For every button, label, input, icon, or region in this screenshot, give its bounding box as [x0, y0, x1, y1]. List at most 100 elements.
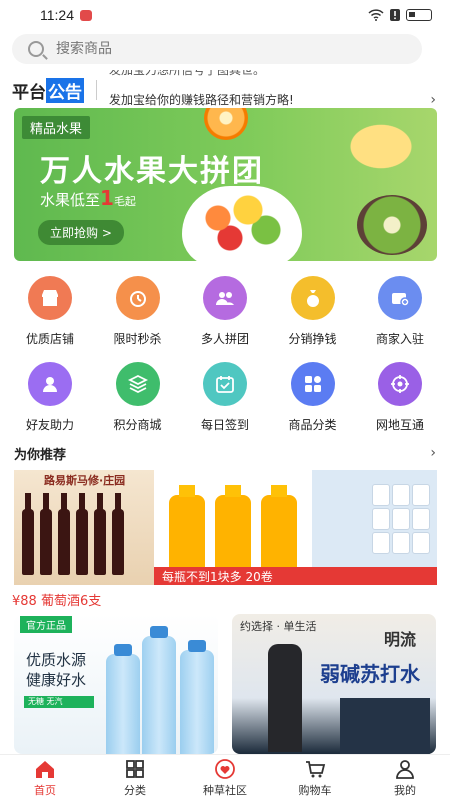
tab-label: 我的	[394, 783, 416, 797]
recommend-header[interactable]: 为你推荐 ›	[0, 440, 450, 466]
tissue-roll	[372, 484, 390, 506]
tab-home[interactable]: 首页	[0, 755, 90, 800]
home-icon	[36, 760, 54, 778]
tissue-roll	[392, 484, 410, 506]
status-bar: 11:24	[0, 0, 450, 30]
grid-label: 优质店铺	[25, 332, 74, 346]
tab-label: 首页	[34, 783, 56, 797]
network-icon	[378, 362, 422, 406]
juice-bottle-image	[261, 485, 297, 575]
promo-strip-text: 每瓶不到1块多 20卷	[154, 567, 437, 585]
tab-category[interactable]: 分类	[90, 755, 180, 800]
bottom-tab-bar: 首页 分类 种草社区 购物车 我的	[0, 754, 450, 800]
announcement-bar[interactable]: 平台 公告 发加宝力想所信号了图其世。 发加宝给你的赚钱路径和营销方略! ›	[0, 70, 450, 110]
buy-now-button[interactable]: 立即抢购 >	[38, 220, 124, 245]
promo-price-line[interactable]: ¥88 葡萄酒6支	[12, 590, 101, 609]
product-card-water[interactable]: 官方正品 优质水源 健康好水 无糖 无汽	[14, 614, 218, 754]
calendar-icon	[203, 362, 247, 406]
grid-item-quality-store[interactable]: 优质店铺	[10, 270, 90, 356]
alert-icon	[390, 9, 400, 21]
kiwi-image	[357, 195, 427, 255]
water-bottle-image	[106, 644, 140, 754]
tab-label: 分类	[124, 783, 146, 797]
wifi-icon	[368, 9, 384, 21]
user-icon	[28, 362, 72, 406]
tissue-roll	[392, 532, 410, 554]
grid-item-daily-checkin[interactable]: 每日签到	[185, 356, 265, 442]
orange-image	[204, 108, 248, 140]
announcement-logo-b: 公告	[46, 77, 84, 103]
feature-tag: 无糖 无汽	[24, 696, 94, 708]
bottle-image	[112, 493, 124, 575]
banner-sub-unit: 毛起	[113, 195, 136, 208]
battery-icon	[406, 9, 432, 21]
category-icon	[290, 362, 335, 406]
tab-label: 种草社区	[203, 783, 247, 797]
bottle-image	[22, 493, 34, 575]
product-text: 优质水源 健康好水	[26, 650, 86, 690]
grid-label: 每日签到	[200, 418, 249, 432]
tab-community[interactable]: 种草社区	[180, 755, 270, 800]
grid-label: 商家入驻	[375, 332, 424, 346]
tissue-roll	[412, 484, 430, 506]
user-icon	[396, 759, 414, 779]
grid-item-category[interactable]: 商品分类	[273, 356, 353, 442]
grid-item-distribution[interactable]: 分销挣钱	[273, 270, 353, 356]
search-icon	[28, 41, 44, 57]
banner-tag: 精品水果	[22, 116, 91, 139]
product-mid-title: 明流	[383, 630, 416, 649]
grid-icon	[126, 759, 144, 778]
grid-item-merchant-join[interactable]: 商家入驻	[360, 270, 440, 356]
grid-label: 好友助力	[25, 418, 74, 432]
grid-item-flash-sale[interactable]: 限时秒杀	[98, 270, 178, 356]
chevron-right-icon[interactable]: ›	[430, 92, 436, 108]
product-brand: 约选择 · 单生活	[240, 620, 317, 633]
tissue-roll	[372, 508, 390, 530]
group-icon	[203, 276, 247, 320]
durian-image	[327, 108, 417, 178]
grid-label: 商品分类	[288, 418, 337, 432]
tissue-roll	[372, 532, 390, 554]
banner-sub-num: 1	[100, 186, 114, 210]
announcement-text: 发加宝力想所信号了图其世。 发加宝给你的赚钱路径和营销方略!	[109, 70, 450, 110]
product-big-title: 弱碱苏打水	[320, 662, 420, 686]
grid-label: 网地互通	[375, 418, 424, 432]
heart-icon	[215, 758, 235, 779]
shop-add-icon	[378, 276, 422, 320]
grid-row-2: 好友助力 积分商城 每日签到 商品分类 网地互通	[0, 356, 450, 442]
banner-subtitle: 水果低至1毛起	[40, 186, 136, 210]
water-bottle-image	[180, 640, 214, 754]
wine-image: 路易斯马修·庄园	[14, 470, 154, 585]
search-bar[interactable]	[12, 34, 422, 64]
grid-label: 分销挣钱	[288, 332, 337, 346]
grid-item-network[interactable]: 网地互通	[360, 356, 440, 442]
tissue-roll	[412, 508, 430, 530]
soda-bottle-image	[268, 644, 302, 752]
status-icons	[368, 9, 432, 21]
cart-icon	[306, 760, 326, 777]
bottle-image	[40, 493, 52, 575]
grid-item-points-mall[interactable]: 积分商城	[98, 356, 178, 442]
fruit-banner[interactable]: 精品水果 万人水果大拼团 水果低至1毛起 立即抢购 >	[14, 108, 437, 261]
recommend-title: 为你推荐	[14, 447, 67, 463]
store-icon	[28, 276, 72, 320]
grid-item-friend-help[interactable]: 好友助力	[10, 356, 90, 442]
tab-profile[interactable]: 我的	[360, 755, 450, 800]
product-line-2: 健康好水	[26, 671, 87, 689]
announcement-line-2: 发加宝给你的赚钱路径和营销方略!	[109, 93, 294, 107]
juice-bottle-image	[169, 485, 205, 575]
search-input[interactable]	[56, 41, 356, 57]
chevron-right-icon[interactable]: ›	[430, 445, 436, 461]
divider	[96, 80, 97, 100]
product-line-1: 优质水源	[26, 651, 87, 669]
banner-sub-prefix: 水果低至	[40, 191, 101, 209]
promo-banner[interactable]: 路易斯马修·庄园 每瓶不到1块多 20卷	[14, 470, 437, 585]
money-bag-icon	[290, 276, 335, 320]
tab-cart[interactable]: 购物车	[270, 755, 360, 800]
status-time: 11:24	[40, 7, 74, 23]
product-card-soda[interactable]: 约选择 · 单生活 明流 弱碱苏打水	[232, 614, 436, 754]
grid-row-1: 优质店铺 限时秒杀 多人拼团 分销挣钱 商家入驻	[0, 270, 450, 356]
grid-item-group-buy[interactable]: 多人拼团	[185, 270, 265, 356]
wine-head-text: 路易斯马修·庄园	[44, 474, 126, 487]
bottle-image	[58, 493, 70, 575]
